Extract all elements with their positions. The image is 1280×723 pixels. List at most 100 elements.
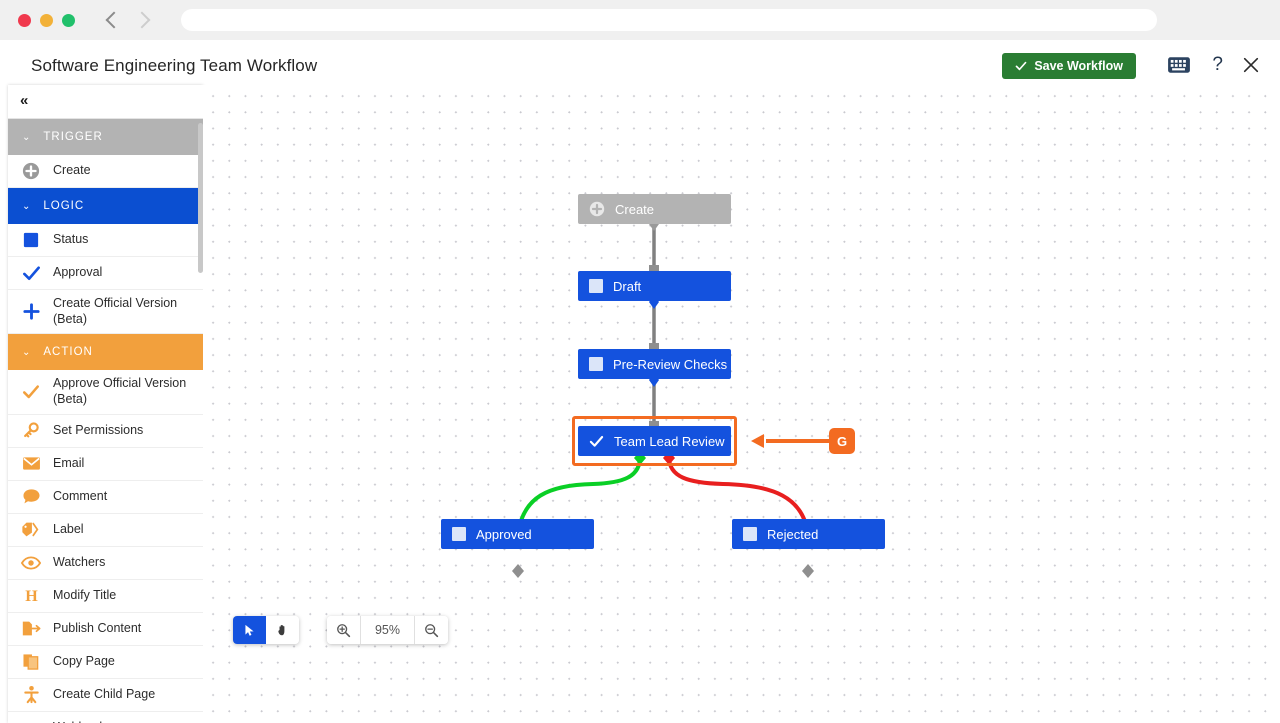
sidebar-section-label: LOGIC xyxy=(43,200,85,212)
chevron-down-icon: ⌄ xyxy=(22,200,32,212)
app-header: Software Engineering Team Workflow Save … xyxy=(0,40,1280,85)
minimize-window-button[interactable] xyxy=(40,13,53,27)
keyboard-icon[interactable] xyxy=(1168,57,1190,73)
hand-icon xyxy=(277,625,284,636)
sidebar-item-label: Copy Page xyxy=(53,653,115,668)
browser-chrome xyxy=(0,0,1280,40)
sidebar-item-status[interactable]: Status xyxy=(8,224,203,257)
workflow-node-approved[interactable]: Approved xyxy=(441,519,594,549)
check-icon xyxy=(589,435,604,447)
sidebar-item-copy-page[interactable]: Copy Page xyxy=(8,645,203,679)
zoom-tool-group: 95% xyxy=(327,616,448,644)
zoom-out-button[interactable] xyxy=(415,616,448,644)
square-icon xyxy=(589,357,603,371)
envelope-icon xyxy=(20,454,42,474)
sidebar-item-set-permissions[interactable]: Set Permissions xyxy=(8,414,203,448)
sidebar-item-label: Create Official Version (Beta) xyxy=(53,296,178,326)
workflow-node-team-lead-review[interactable]: Team Lead Review xyxy=(578,426,731,456)
sidebar-item-publish-content[interactable]: Publish Content xyxy=(8,612,203,646)
sidebar-item-label: Set Permissions xyxy=(53,422,144,437)
help-button[interactable]: ? xyxy=(1212,54,1223,76)
sidebar-item-label: Approval xyxy=(53,265,103,280)
workflow-node-label: Pre-Review Checks xyxy=(613,356,728,372)
workflow-node-label: Create xyxy=(615,201,655,217)
chevron-right-icon[interactable] xyxy=(135,13,149,27)
sidebar-item-approve-official-version[interactable]: Approve Official Version (Beta) xyxy=(8,370,203,415)
copy-icon xyxy=(20,652,42,672)
cursor-arrow-icon xyxy=(245,624,254,636)
sidebar-section-trigger[interactable]: ⌄ TRIGGER xyxy=(8,119,203,155)
workflow-node-create[interactable]: Create xyxy=(578,194,731,224)
page-title: Software Engineering Team Workflow xyxy=(31,56,318,75)
browser-navigation xyxy=(105,13,149,27)
sidebar-item-create-official-version[interactable]: Create Official Version (Beta) xyxy=(8,290,203,335)
close-icon[interactable] xyxy=(1242,56,1260,74)
collapse-sidebar-button[interactable]: « xyxy=(20,92,28,109)
address-bar[interactable] xyxy=(181,9,1157,31)
plus-icon xyxy=(20,302,42,322)
eye-icon xyxy=(20,553,42,573)
sidebar-item-modify-title[interactable]: H Modify Title xyxy=(8,579,203,613)
workflow-node-label: Approved xyxy=(476,526,532,542)
maximize-window-button[interactable] xyxy=(62,13,75,27)
workflow-node-pre-review-checks[interactable]: Pre-Review Checks xyxy=(578,349,731,379)
hand-tool-button[interactable] xyxy=(266,616,299,644)
zoom-in-icon xyxy=(337,623,351,637)
paper-plane-icon xyxy=(20,718,42,723)
sidebar-item-label: Modify Title xyxy=(53,587,117,602)
check-icon xyxy=(1015,61,1027,71)
chevron-left-icon[interactable] xyxy=(105,13,119,27)
sidebar-section-label: ACTION xyxy=(43,346,93,359)
workflow-node-draft[interactable]: Draft xyxy=(578,271,731,301)
sidebar-item-create[interactable]: Create xyxy=(8,155,203,188)
square-icon xyxy=(589,279,603,293)
sidebar-item-label: Status xyxy=(53,232,89,247)
workflow-canvas[interactable]: Create Draft Pre-Review Checks Team Lead… xyxy=(203,85,1280,723)
cursor-tool-button[interactable] xyxy=(233,616,266,644)
zoom-in-button[interactable] xyxy=(327,616,360,644)
workflow-node-label: Team Lead Review xyxy=(614,433,725,449)
heading-icon: H xyxy=(20,586,42,606)
workflow-node-label: Draft xyxy=(613,278,642,294)
window-traffic-lights xyxy=(18,13,75,27)
zoom-out-icon xyxy=(425,623,439,637)
chevron-down-icon: ⌄ xyxy=(22,131,32,143)
sidebar-item-label: Approve Official Version (Beta) xyxy=(53,376,187,406)
square-icon xyxy=(743,527,757,541)
sidebar: « ⌄ TRIGGER Create ⌄ LOGIC Status Approv… xyxy=(8,85,203,723)
sidebar-item-comment[interactable]: Comment xyxy=(8,480,203,514)
tag-icon xyxy=(20,520,42,540)
sidebar-item-webhook[interactable]: Webhook xyxy=(8,711,203,723)
close-window-button[interactable] xyxy=(18,13,31,27)
sidebar-item-watchers[interactable]: Watchers xyxy=(8,546,203,580)
workflow-node-label: Rejected xyxy=(767,526,819,542)
plus-circle-icon xyxy=(20,161,42,181)
key-icon xyxy=(20,421,42,441)
comment-icon xyxy=(20,487,42,507)
zoom-level-label: 95% xyxy=(360,616,415,644)
sidebar-item-label: Comment xyxy=(53,488,108,503)
shortcut-badge-g[interactable]: G xyxy=(829,428,855,454)
sidebar-item-create-child-page[interactable]: Create Child Page xyxy=(8,678,203,712)
sidebar-item-approval[interactable]: Approval xyxy=(8,257,203,290)
check-icon xyxy=(20,382,42,402)
sidebar-item-label[interactable]: Label xyxy=(8,513,203,547)
square-icon xyxy=(452,527,466,541)
sidebar-item-label: Publish Content xyxy=(53,620,142,635)
plus-circle-icon xyxy=(589,201,605,217)
sidebar-item-email[interactable]: Email xyxy=(8,447,203,481)
pointer-tool-group xyxy=(233,616,299,644)
save-workflow-label: Save Workflow xyxy=(1034,59,1123,73)
child-page-icon xyxy=(20,685,42,705)
sidebar-item-label: Label xyxy=(53,521,84,536)
sidebar-item-label: Email xyxy=(53,455,85,470)
save-workflow-button[interactable]: Save Workflow xyxy=(1002,53,1136,79)
sidebar-section-logic[interactable]: ⌄ LOGIC xyxy=(8,188,203,224)
sidebar-section-action[interactable]: ⌄ ACTION xyxy=(8,334,203,371)
chevron-down-icon: ⌄ xyxy=(22,346,32,358)
sidebar-section-label: TRIGGER xyxy=(43,131,103,143)
publish-icon xyxy=(20,619,42,639)
workflow-node-rejected[interactable]: Rejected xyxy=(732,519,885,549)
check-icon xyxy=(20,263,42,283)
sidebar-header: « xyxy=(8,85,203,119)
